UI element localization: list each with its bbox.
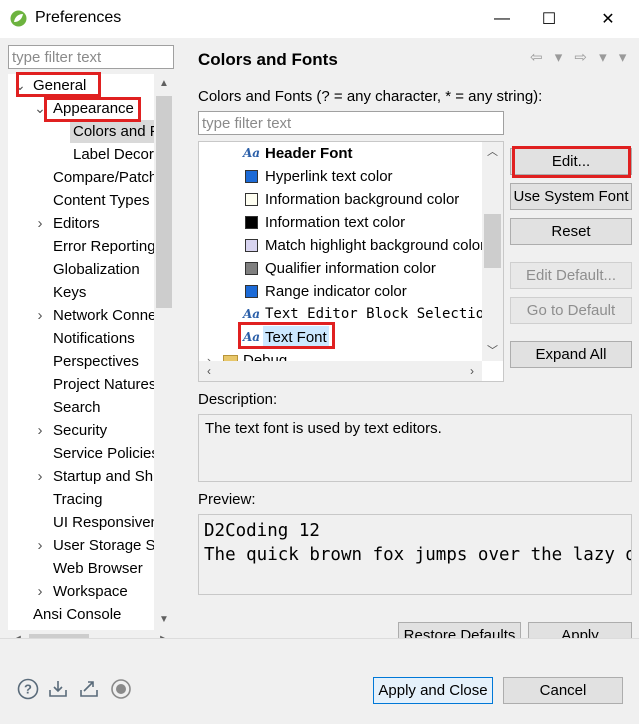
svg-text:?: ? (24, 682, 32, 697)
list-item[interactable]: Range indicator color (199, 280, 483, 303)
import-icon[interactable] (47, 678, 69, 700)
chevron-down-icon[interactable]: ⌄ (34, 97, 46, 120)
sidebar-item[interactable]: Project Natures (53, 373, 156, 396)
list-item[interactable]: Aa Header Font (199, 142, 483, 165)
font-icon: Aa (243, 307, 261, 321)
spring-leaf-icon (10, 10, 27, 27)
sidebar-item[interactable]: Compare/Patch (53, 166, 157, 189)
color-swatch-icon (245, 285, 258, 298)
sidebar-item[interactable]: Error Reporting (53, 235, 156, 258)
chevron-right-icon[interactable]: › (34, 580, 46, 603)
edit-default-button[interactable]: Edit Default... (510, 262, 632, 289)
sidebar-filter-input[interactable] (8, 45, 174, 69)
sidebar-item[interactable]: Keys (53, 281, 86, 304)
chevron-up-icon[interactable]: ︿ (482, 142, 503, 162)
color-swatch-icon (245, 262, 258, 275)
list-item[interactable]: Qualifier information color (199, 257, 483, 280)
list-item-label: Match highlight background color (265, 237, 486, 254)
list-item-label: Information background color (265, 191, 460, 208)
list-item-label: Qualifier information color (265, 260, 436, 277)
sidebar-item[interactable]: Globalization (53, 258, 140, 281)
sidebar-item[interactable]: General (33, 74, 86, 97)
colors-fonts-list: Aa Header Font Hyperlink text color Informa… (198, 141, 504, 382)
chevron-right-icon[interactable]: › (34, 419, 46, 442)
list-item-label: Header Font (265, 145, 353, 162)
sidebar-item[interactable]: Service Policies (53, 442, 159, 465)
chevron-down-icon[interactable]: ⌄ (14, 74, 26, 97)
color-swatch-icon (245, 239, 258, 252)
list-item[interactable]: Information text color (199, 211, 483, 234)
edit-button[interactable]: Edit... (510, 148, 632, 175)
scroll-down-icon[interactable]: ▼ (154, 610, 174, 630)
apply-and-close-button[interactable]: Apply and Close (373, 677, 493, 704)
chevron-right-icon[interactable]: › (34, 212, 46, 235)
colors-filter-input[interactable] (198, 111, 504, 135)
chevron-right-icon[interactable]: › (34, 304, 46, 327)
record-icon[interactable] (110, 678, 132, 700)
history-nav-icons[interactable]: ⇦ ▾ ⇨ ▾ ▾ (530, 48, 630, 66)
use-system-font-button[interactable]: Use System Font (510, 183, 632, 210)
list-scroll-thumb[interactable] (484, 214, 501, 268)
list-item[interactable]: Aa Text Editor Block Selection Font (199, 303, 503, 326)
sidebar-scroll-thumb[interactable] (156, 96, 172, 308)
chevron-right-icon[interactable]: › (34, 465, 46, 488)
color-swatch-icon (245, 170, 258, 183)
list-item[interactable]: Aa Text Font (199, 326, 483, 349)
maximize-button[interactable]: ☐ (526, 0, 572, 38)
sidebar-item[interactable]: Web Browser (53, 557, 143, 580)
chevron-right-icon[interactable]: › (462, 361, 482, 381)
window-title: Preferences (35, 9, 122, 26)
reset-button[interactable]: Reset (510, 218, 632, 245)
list-item-label: Text Font (263, 326, 329, 349)
list-item-label: Range indicator color (265, 283, 407, 300)
list-horizontal-scrollbar[interactable]: ‹ › (199, 361, 482, 381)
page-title: Colors and Fonts (198, 50, 338, 69)
list-item-label: Text Editor Block Selection Font (265, 306, 503, 322)
preview-area: D2Coding 12 The quick brown fox jumps ov… (198, 514, 632, 595)
minimize-button[interactable]: — (479, 0, 525, 38)
sidebar-item[interactable]: Tracing (53, 488, 102, 511)
chevron-right-icon[interactable]: › (34, 534, 46, 557)
sidebar-item[interactable]: Perspectives (53, 350, 139, 373)
color-swatch-icon (245, 193, 258, 206)
chevron-down-icon[interactable]: ﹀ (482, 341, 503, 361)
list-item[interactable]: Match highlight background color (199, 234, 486, 257)
list-item-label: Hyperlink text color (265, 168, 393, 185)
help-icon[interactable]: ? (17, 678, 39, 700)
export-icon[interactable] (78, 678, 100, 700)
font-icon: Aa (243, 330, 261, 344)
description-text: The text font is used by text editors. (198, 414, 632, 482)
close-window-button[interactable]: ✕ (585, 0, 631, 38)
sidebar-item[interactable]: Security (53, 419, 107, 442)
expand-all-button[interactable]: Expand All (510, 341, 632, 368)
sidebar-item[interactable]: Editors (53, 212, 100, 235)
sidebar-item[interactable]: Content Types (53, 189, 149, 212)
cancel-button[interactable]: Cancel (503, 677, 623, 704)
font-icon: Aa (243, 146, 261, 160)
sidebar-item[interactable]: Notifications (53, 327, 135, 350)
go-to-default-button[interactable]: Go to Default (510, 297, 632, 324)
list-item[interactable]: Hyperlink text color (199, 165, 483, 188)
preference-tree: ⌄General⌄AppearanceColors and FontsLabel… (8, 74, 174, 630)
list-item-label: Information text color (265, 214, 406, 231)
preview-font-name: D2Coding 12 (204, 521, 320, 541)
preview-sample-text: The quick brown fox jumps over the lazy … (204, 545, 632, 565)
chevron-left-icon[interactable]: ‹ (199, 361, 219, 381)
sidebar-item[interactable]: Ansi Console (33, 603, 121, 626)
list-item[interactable]: Information background color (199, 188, 483, 211)
sidebar-item[interactable]: Workspace (53, 580, 128, 603)
preview-label: Preview: (198, 491, 256, 508)
description-label: Description: (198, 391, 278, 408)
color-swatch-icon (245, 216, 258, 229)
sidebar-item[interactable]: Appearance (53, 97, 134, 120)
filter-label: Colors and Fonts (? = any character, * =… (198, 88, 543, 105)
scroll-up-icon[interactable]: ▲ (154, 74, 174, 94)
sidebar-item[interactable]: Search (53, 396, 101, 419)
